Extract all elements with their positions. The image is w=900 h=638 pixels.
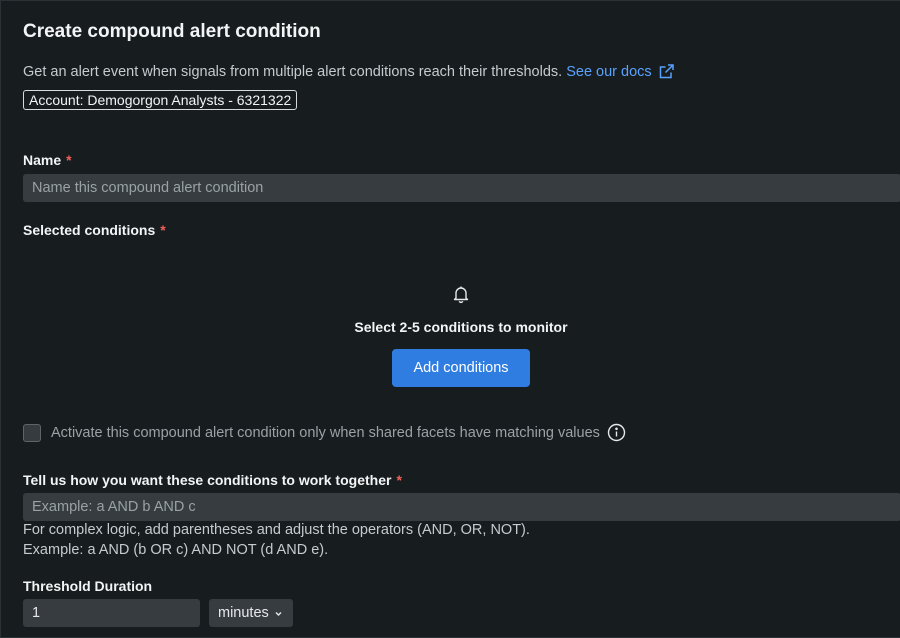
matching-facets-checkbox[interactable] [23, 423, 41, 442]
required-marker: * [66, 152, 72, 168]
matching-facets-option: Activate this compound alert condition o… [23, 423, 626, 442]
logic-label: Tell us how you want these conditions to… [23, 472, 402, 488]
logic-help-example: Example: a AND (b OR c) AND NOT (d AND e… [23, 542, 329, 558]
info-icon[interactable] [607, 423, 626, 442]
logic-help-text: For complex logic, add parentheses and a… [23, 520, 530, 560]
threshold-duration-input[interactable] [23, 599, 200, 627]
logic-help-line: For complex logic, add parentheses and a… [23, 522, 530, 538]
selected-conditions-label: Selected conditions * [23, 222, 166, 238]
name-label: Name * [23, 152, 72, 168]
docs-link-label: See our docs [566, 63, 652, 80]
name-label-text: Name [23, 152, 62, 168]
threshold-unit-select[interactable]: minutes [209, 599, 293, 627]
external-link-icon [659, 64, 674, 79]
name-input[interactable] [23, 174, 900, 202]
matching-facets-label: Activate this compound alert condition o… [51, 424, 600, 441]
threshold-duration-label: Threshold Duration [23, 578, 153, 594]
threshold-unit-value: minutes [218, 605, 269, 621]
required-marker: * [160, 222, 166, 238]
empty-conditions-message: Select 2-5 conditions to monitor [354, 319, 568, 335]
description-text: Get an alert event when signals from mul… [23, 63, 563, 80]
bell-icon [453, 286, 469, 304]
page-title: Create compound alert condition [23, 21, 321, 42]
page-description: Get an alert event when signals from mul… [23, 63, 675, 80]
compound-alert-panel: Create compound alert condition Get an a… [0, 0, 900, 638]
logic-expression-input[interactable] [23, 493, 900, 521]
account-badge: Account: Demogorgon Analysts - 6321322 [23, 90, 298, 110]
chevron-down-icon [275, 611, 282, 616]
docs-link[interactable]: See our docs [566, 63, 674, 80]
logic-label-text: Tell us how you want these conditions to… [23, 472, 392, 488]
add-conditions-button[interactable]: Add conditions [392, 349, 530, 387]
selected-conditions-label-text: Selected conditions [23, 222, 156, 238]
required-marker: * [396, 472, 402, 488]
